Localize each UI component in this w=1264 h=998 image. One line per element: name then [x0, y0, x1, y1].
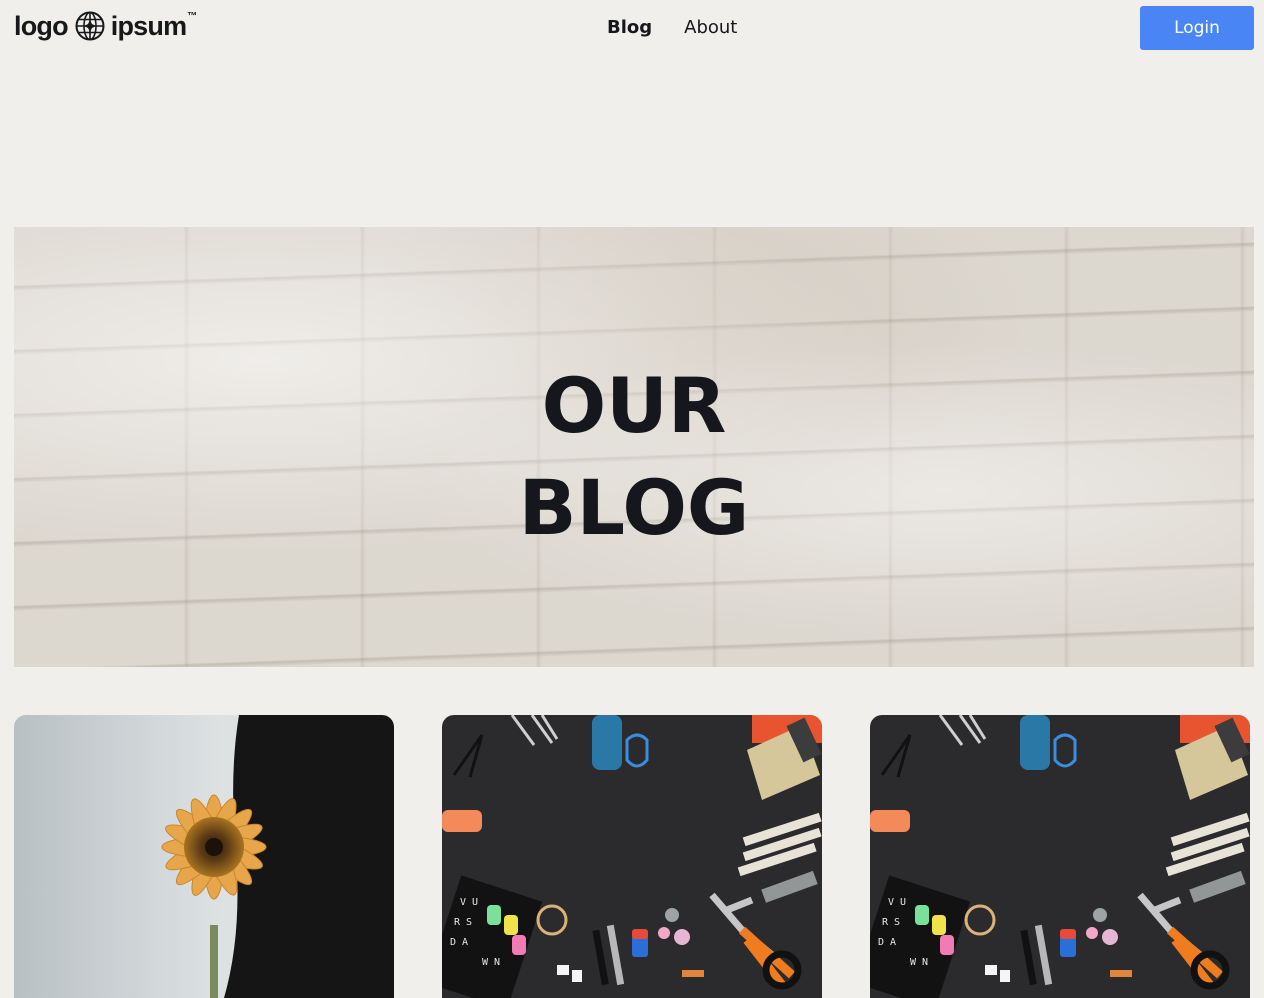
svg-text:D A: D A: [878, 937, 896, 948]
hero-banner: OUR BLOG: [14, 227, 1254, 667]
svg-text:D A: D A: [450, 937, 468, 948]
blog-card-1[interactable]: [14, 715, 394, 998]
svg-text:R S: R S: [454, 917, 472, 928]
blog-card-2[interactable]: V U R S D A W N: [442, 715, 822, 998]
hero-title-line2: BLOG: [518, 463, 750, 552]
trademark-mark: ™: [187, 11, 197, 22]
craft-tools-photo: V U R S D A W N: [870, 715, 1250, 998]
craft-tools-photo: V U R S D A W N: [442, 715, 822, 998]
svg-text:R S: R S: [882, 917, 900, 928]
hero-title: OUR BLOG: [14, 355, 1254, 559]
globe-logo-icon: [75, 11, 105, 41]
logo-text-right: ipsum: [110, 10, 187, 41]
login-button[interactable]: Login: [1140, 6, 1254, 50]
blog-card-3[interactable]: V U R S D A W N: [870, 715, 1250, 998]
site-header: logo ipsum ™ Blog About Login: [0, 0, 1264, 56]
page: logo ipsum ™ Blog About Login OUR BLOG V…: [0, 0, 1264, 998]
svg-text:V U: V U: [460, 897, 478, 908]
svg-text:W N: W N: [482, 957, 500, 968]
logo-text-left: logo: [14, 10, 69, 41]
logo[interactable]: logo ipsum ™: [14, 11, 197, 41]
nav-blog-link[interactable]: Blog: [607, 17, 652, 39]
nav-about-link[interactable]: About: [684, 17, 737, 39]
svg-text:W N: W N: [910, 957, 928, 968]
svg-text:V U: V U: [888, 897, 906, 908]
sunflower-photo: [14, 715, 394, 998]
hero-title-line1: OUR: [541, 361, 727, 450]
main-nav: Blog About: [607, 17, 737, 39]
